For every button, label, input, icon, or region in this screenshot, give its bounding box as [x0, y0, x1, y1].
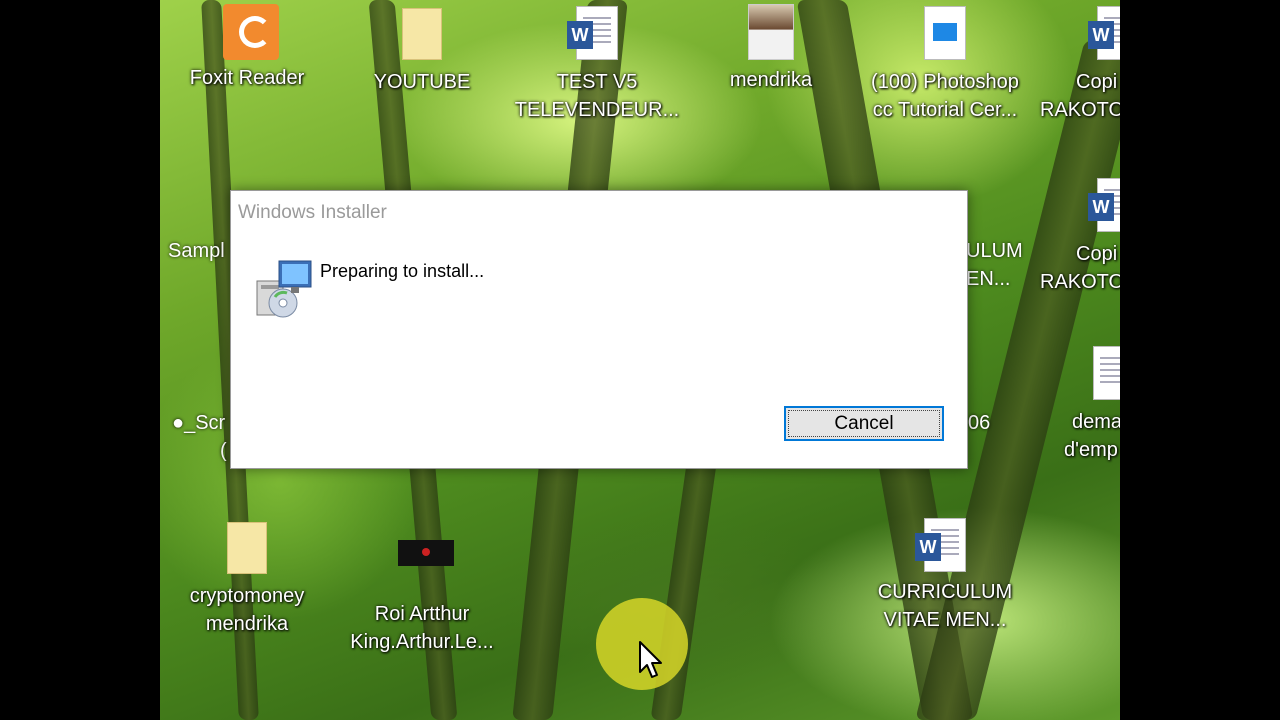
word-document-icon: W [567, 6, 618, 60]
desktop-icon-curriculum-vitae[interactable]: W CURRICULUM VITAE MEN... [860, 518, 1030, 634]
partial-icon-label: ( [220, 440, 227, 462]
desktop-icon-label: (100) Photoshop [871, 71, 1019, 93]
photo-icon [748, 4, 794, 60]
windows-installer-dialog: Windows Installer Preparing to install..… [230, 190, 968, 469]
desktop-icon-label: CURRICULUM [877, 581, 1013, 603]
partial-icon-label: EN... [966, 268, 1011, 290]
desktop-icon-label: Copi [1076, 71, 1118, 93]
dialog-status-message: Preparing to install... [320, 261, 485, 281]
folder-icon [402, 8, 442, 60]
desktop-icon-label: VITAE MEN... [883, 609, 1007, 631]
desktop-icon-mendrika[interactable]: mendrika [686, 4, 856, 94]
partial-icon-label: ULUM [966, 240, 1023, 262]
desktop-icon-label: Copi [1076, 243, 1118, 265]
word-document-icon: W [1088, 6, 1120, 60]
desktop-icon-label: mendrika [205, 613, 289, 635]
dialog-title: Windows Installer [238, 202, 387, 223]
desktop-icon-label: TELEVENDEUR... [514, 99, 680, 121]
video-clip-icon [924, 6, 966, 60]
desktop-icon-copie-rakoto-2[interactable]: W Copi RAKOTO [1040, 178, 1120, 296]
folder-icon [227, 522, 267, 574]
cancel-button[interactable]: Cancel [784, 406, 944, 441]
desktop-icon-label: dema [1072, 411, 1120, 433]
desktop-icon-roi-arthur[interactable]: Roi Artthur King.Arthur.Le... [337, 522, 507, 656]
document-icon [1093, 346, 1120, 400]
desktop-icon-copie-rakoto-1[interactable]: W Copi RAKOTO [1040, 6, 1120, 124]
word-document-icon: W [915, 518, 966, 572]
desktop-icon-label: d'emp [1064, 439, 1118, 461]
partial-icon-label: ●_Scr [172, 412, 226, 434]
desktop-icon-label: RAKOTO [1040, 99, 1120, 121]
desktop-icon-label: RAKOTO [1040, 271, 1120, 293]
desktop-icon-label: mendrika [729, 69, 813, 91]
desktop-icon-label: cc Tutorial Cer... [872, 99, 1018, 121]
desktop-icon-youtube[interactable]: YOUTUBE [337, 8, 507, 96]
desktop-icon-photoshop-tutorial[interactable]: (100) Photoshop cc Tutorial Cer... [860, 6, 1030, 124]
video-thumbnail-icon [398, 540, 454, 566]
desktop-icon-label: YOUTUBE [373, 71, 471, 93]
desktop-icon-label: TEST V5 [556, 71, 638, 93]
word-document-icon: W [1088, 178, 1120, 232]
desktop-icon-label: cryptomoney [189, 585, 305, 607]
installer-setup-icon [253, 257, 315, 319]
desktop-icon-cryptomoney[interactable]: cryptomoney mendrika [162, 522, 332, 638]
mouse-cursor-icon [638, 640, 664, 680]
desktop-icon-label: Roi Artthur [374, 603, 470, 625]
partial-icon-label: 06 [968, 412, 991, 434]
foxit-pdf-icon [223, 4, 279, 60]
desktop-icon-foxit-reader[interactable]: Foxit Reader [162, 4, 332, 92]
desktop-icon-demande-emploi[interactable]: dema d'emp [1060, 346, 1120, 464]
partial-icon-label: Sampl [168, 240, 225, 262]
desktop-icon-label: Foxit Reader [189, 67, 305, 89]
desktop-icon-test-v5[interactable]: W TEST V5 TELEVENDEUR... [512, 6, 682, 124]
desktop-icon-label: King.Arthur.Le... [350, 631, 494, 653]
